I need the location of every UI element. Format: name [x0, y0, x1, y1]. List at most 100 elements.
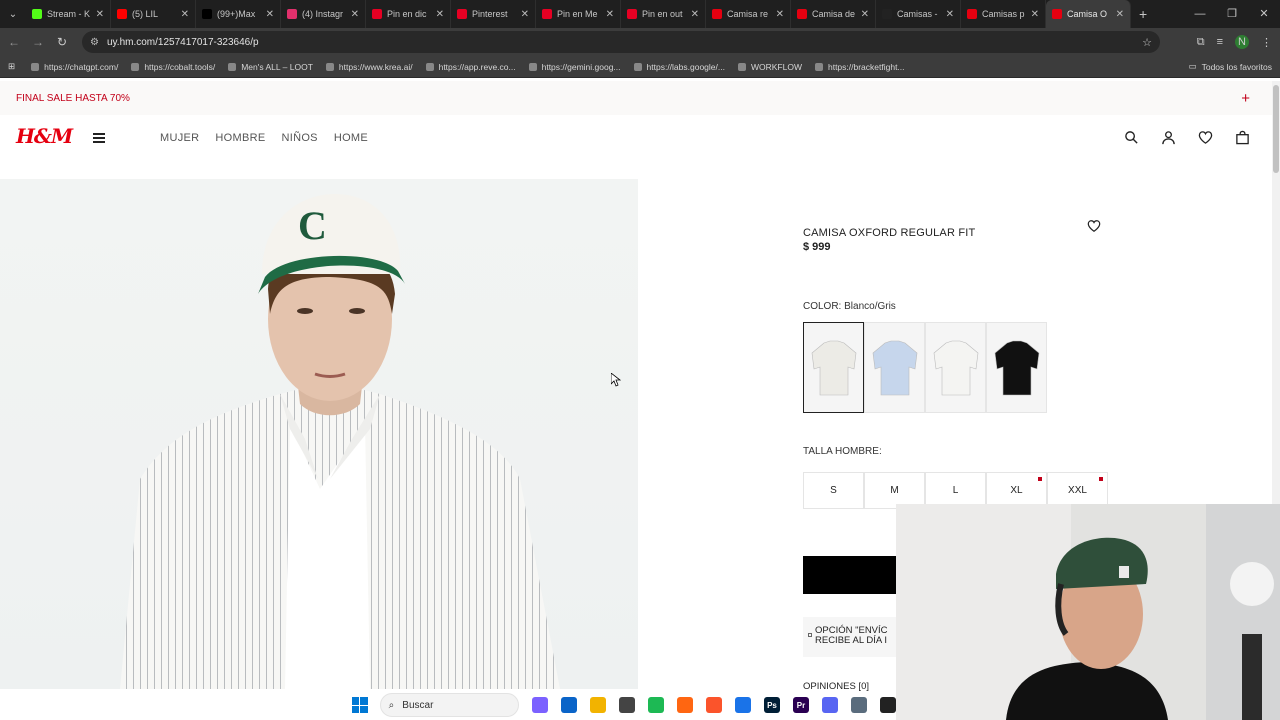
- bookmark-item[interactable]: https://chatgpt.com/: [31, 62, 118, 72]
- taskbar-outlook-icon[interactable]: [561, 697, 577, 713]
- search-icon[interactable]: [1124, 130, 1139, 145]
- delivery-option[interactable]: OPCIÓN "ENVÍC RECIBE AL DÍA I: [803, 617, 903, 657]
- taskbar-firefox-icon[interactable]: [677, 697, 693, 713]
- browser-tab[interactable]: Pin en dic ✕: [366, 0, 451, 28]
- color-swatch-celeste[interactable]: [864, 322, 925, 413]
- nav-ninos[interactable]: NIÑOS: [281, 132, 317, 144]
- taskbar-search[interactable]: ⌕ Buscar: [379, 693, 519, 717]
- browser-tab[interactable]: (4) Instagr ✕: [281, 0, 366, 28]
- tab-label: Stream - K: [47, 9, 91, 19]
- taskbar-brave-icon[interactable]: [706, 697, 722, 713]
- site-info-icon[interactable]: ⚙: [90, 37, 99, 48]
- browser-tab[interactable]: Pinterest ✕: [451, 0, 536, 28]
- browser-tab[interactable]: (99+)Max ✕: [196, 0, 281, 28]
- close-tab-icon[interactable]: ✕: [351, 9, 359, 20]
- close-tab-icon[interactable]: ✕: [776, 9, 784, 20]
- bookmark-item[interactable]: https://www.krea.ai/: [325, 62, 413, 72]
- close-tab-icon[interactable]: ✕: [1031, 9, 1039, 20]
- color-swatch-blanco-gris[interactable]: [803, 322, 864, 413]
- heart-icon[interactable]: [1198, 130, 1213, 145]
- taskbar-discord-icon[interactable]: [822, 697, 838, 713]
- maximize-button[interactable]: ❐: [1216, 0, 1248, 28]
- apps-icon[interactable]: ⊞: [8, 61, 15, 72]
- omnibox[interactable]: ⚙ uy.hm.com/1257417017-323646/p ☆: [82, 31, 1160, 53]
- windows-start-icon[interactable]: [352, 697, 368, 713]
- bag-icon[interactable]: [1235, 130, 1250, 145]
- tab-search-button[interactable]: ⌄: [0, 0, 26, 28]
- browser-tab[interactable]: Camisa O ✕: [1046, 0, 1131, 28]
- taskbar-obs-icon[interactable]: [619, 697, 635, 713]
- close-tab-icon[interactable]: ✕: [521, 9, 529, 20]
- taskbar-photoshop-icon[interactable]: Ps: [764, 697, 780, 713]
- taskbar-copilot-icon[interactable]: [532, 697, 548, 713]
- tab-label: Pin en dic: [387, 9, 427, 19]
- product-title: CAMISA OXFORD REGULAR FIT: [803, 227, 976, 239]
- color-swatch-blanco[interactable]: [925, 322, 986, 413]
- forward-button[interactable]: →: [26, 35, 50, 49]
- close-tab-icon[interactable]: ✕: [266, 9, 274, 20]
- media-icon[interactable]: ≡: [1217, 36, 1223, 48]
- browser-tab[interactable]: Pin en Me ✕: [536, 0, 621, 28]
- bookmark-item[interactable]: WORKFLOW: [737, 62, 802, 72]
- bookmark-item[interactable]: https://bracketfight...: [814, 61, 905, 72]
- close-tab-icon[interactable]: ✕: [861, 9, 869, 20]
- header-icons: [1124, 130, 1250, 145]
- promo-banner[interactable]: FINAL SALE HASTA 70% +: [0, 81, 1272, 115]
- browser-tab[interactable]: (5) LIL ✕: [111, 0, 196, 28]
- tab-favicon-icon: [32, 9, 42, 19]
- tab-favicon-icon: [117, 9, 127, 19]
- bookmark-item[interactable]: https://app.reve.co...: [425, 62, 516, 72]
- close-tab-icon[interactable]: ✕: [436, 9, 444, 20]
- hm-logo[interactable]: H&M: [16, 124, 73, 148]
- bookmark-item[interactable]: https://cobalt.tools/: [131, 62, 215, 72]
- size-label-text: L: [952, 485, 959, 496]
- bookmark-favicon-icon: [633, 62, 642, 71]
- taskbar-spotify-icon[interactable]: [648, 697, 664, 713]
- scrollbar-thumb[interactable]: [1273, 85, 1279, 173]
- browser-tab[interactable]: Camisa de ✕: [791, 0, 876, 28]
- bookmark-item[interactable]: Men's ALL – LOOT: [228, 62, 313, 72]
- close-window-button[interactable]: ✕: [1248, 0, 1280, 28]
- size-option[interactable]: S: [803, 472, 864, 509]
- account-icon[interactable]: [1161, 130, 1176, 145]
- browser-tab[interactable]: Camisas - ✕: [876, 0, 961, 28]
- bookmark-item[interactable]: https://gemini.goog...: [528, 62, 621, 72]
- menu-icon[interactable]: ⋮: [1261, 36, 1272, 49]
- bookmark-item[interactable]: https://labs.google/...: [633, 62, 725, 72]
- taskbar-chrome-icon[interactable]: [735, 697, 751, 713]
- close-tab-icon[interactable]: ✕: [181, 9, 189, 20]
- close-tab-icon[interactable]: ✕: [606, 9, 614, 20]
- close-tab-icon[interactable]: ✕: [691, 9, 699, 20]
- bookmark-star-icon[interactable]: ☆: [1142, 36, 1152, 49]
- minimize-button[interactable]: —: [1184, 0, 1216, 28]
- add-to-cart-button[interactable]: [803, 556, 903, 594]
- nav-hombre[interactable]: HOMBRE: [215, 132, 265, 144]
- browser-tab[interactable]: Pin en out ✕: [621, 0, 706, 28]
- extensions-icon[interactable]: ⧉: [1197, 36, 1205, 49]
- close-tab-icon[interactable]: ✕: [96, 9, 104, 20]
- taskbar-capcut-icon[interactable]: [880, 697, 896, 713]
- hamburger-menu-icon[interactable]: [93, 133, 105, 145]
- nav-mujer[interactable]: MUJER: [160, 132, 199, 144]
- add-to-favorites-heart-icon[interactable]: [1087, 219, 1101, 233]
- all-bookmarks[interactable]: ▭ Todos los favoritos: [1189, 61, 1272, 72]
- size-label-text: S: [830, 485, 837, 496]
- taskbar-premiere-icon[interactable]: Pr: [793, 697, 809, 713]
- color-swatch-negro[interactable]: [986, 322, 1047, 413]
- new-tab-button[interactable]: +: [1139, 6, 1147, 22]
- close-tab-icon[interactable]: ✕: [946, 9, 954, 20]
- browser-tab[interactable]: Camisa re ✕: [706, 0, 791, 28]
- bookmark-label: https://bracketfight...: [827, 61, 905, 72]
- promo-expand-button[interactable]: +: [1241, 90, 1250, 107]
- close-tab-icon[interactable]: ✕: [1116, 9, 1124, 20]
- browser-tab[interactable]: Stream - K ✕: [26, 0, 111, 28]
- profile-avatar[interactable]: N: [1235, 35, 1249, 49]
- product-photo[interactable]: C: [0, 179, 638, 689]
- nav-home[interactable]: HOME: [334, 132, 368, 144]
- taskbar-explorer-icon[interactable]: [590, 697, 606, 713]
- url-text[interactable]: uy.hm.com/1257417017-323646/p: [107, 37, 259, 48]
- taskbar-settings-icon[interactable]: [851, 697, 867, 713]
- back-button[interactable]: ←: [2, 35, 26, 49]
- reload-button[interactable]: ↻: [50, 35, 74, 49]
- browser-tab[interactable]: Camisas p ✕: [961, 0, 1046, 28]
